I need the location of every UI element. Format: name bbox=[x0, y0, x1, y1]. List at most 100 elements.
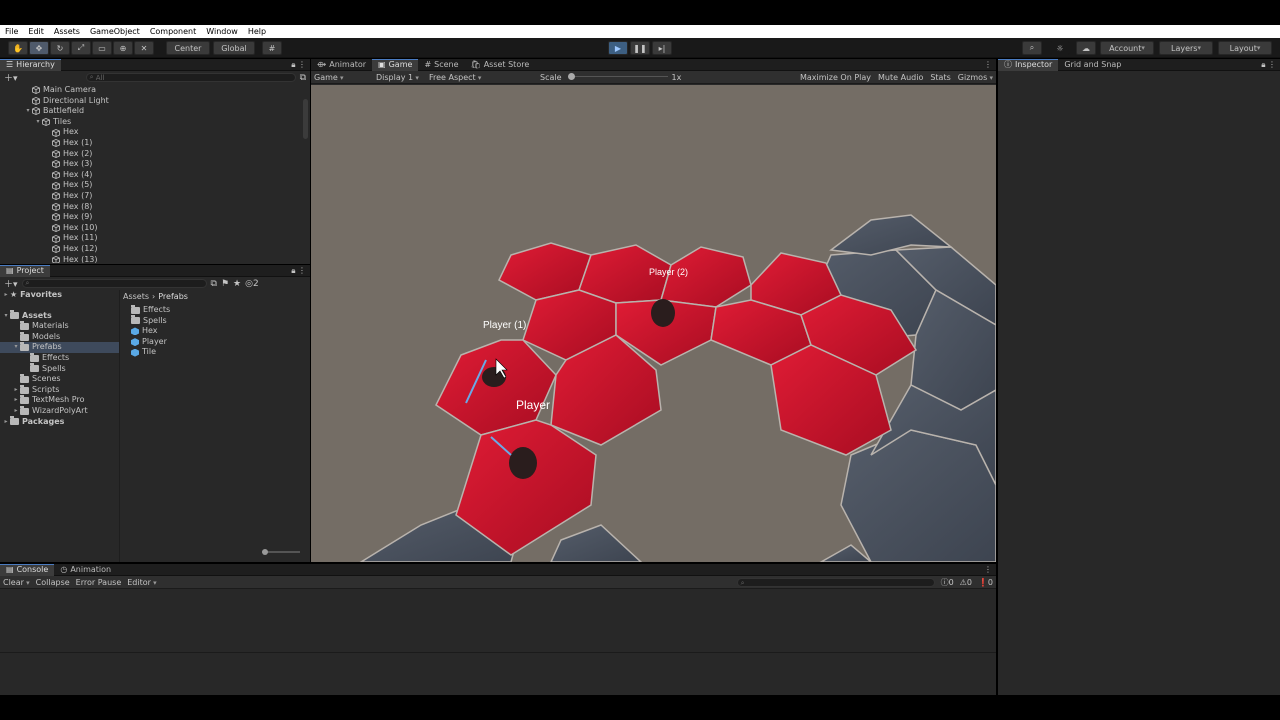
hierarchy-item[interactable]: Hex (2) bbox=[0, 149, 310, 160]
rect-tool-icon[interactable]: ▭ bbox=[92, 41, 112, 55]
search-by-type-icon[interactable]: ⧉ bbox=[211, 279, 217, 289]
project-folder-item[interactable]: Spells bbox=[0, 363, 119, 375]
breadcrumb-assets[interactable]: Assets bbox=[123, 292, 149, 304]
hierarchy-item[interactable]: Hex (9) bbox=[0, 212, 310, 223]
hidden-packages-icon[interactable]: ◎2 bbox=[245, 279, 259, 289]
hierarchy-item[interactable]: ▾ Battlefield bbox=[0, 106, 310, 117]
menu-edit[interactable]: Edit bbox=[23, 27, 49, 36]
error-pause-toggle[interactable]: Error Pause bbox=[76, 578, 122, 587]
pivot-center-button[interactable]: Center bbox=[166, 41, 210, 55]
expand-arrow-icon[interactable]: ▸ bbox=[12, 395, 20, 406]
expand-arrow-icon[interactable]: ▸ bbox=[2, 290, 10, 301]
move-tool-icon[interactable]: ✥ bbox=[29, 41, 49, 55]
tab-console[interactable]: ▤ Console bbox=[0, 563, 55, 576]
play-button[interactable]: ▶ bbox=[608, 41, 628, 55]
game-more-icon[interactable]: ⋮ bbox=[984, 60, 996, 69]
asset-item[interactable]: Tile bbox=[131, 347, 306, 358]
breadcrumb-prefabs[interactable]: Prefabs bbox=[158, 292, 188, 304]
project-folder-item[interactable]: Models bbox=[0, 331, 119, 343]
warning-count-toggle[interactable]: ⚠0 bbox=[960, 578, 972, 587]
tab-scene[interactable]: # Scene bbox=[418, 59, 464, 71]
asset-item[interactable]: Effects bbox=[131, 304, 306, 316]
project-folder-item[interactable]: Effects bbox=[0, 352, 119, 364]
console-search-input[interactable]: ⌕ bbox=[736, 577, 935, 587]
expand-arrow-icon[interactable]: ▾ bbox=[12, 342, 20, 353]
filter-icon[interactable]: ⧉ bbox=[300, 73, 306, 83]
project-folder-item[interactable]: ▸ WizardPolyArt bbox=[0, 405, 119, 417]
lock-icon[interactable]: 🔒︎ ⋮ bbox=[291, 60, 310, 70]
project-folder-item[interactable]: ▸ TextMesh Pro bbox=[0, 395, 119, 406]
scale-slider-thumb[interactable] bbox=[567, 73, 575, 80]
expand-arrow-icon[interactable]: ▾ bbox=[24, 106, 32, 117]
account-dropdown[interactable]: Account bbox=[1100, 41, 1154, 55]
tab-project[interactable]: ▤ Project bbox=[0, 264, 50, 277]
custom-tool-icon[interactable]: ✕ bbox=[134, 41, 154, 55]
menu-help[interactable]: Help bbox=[243, 27, 271, 36]
project-folder-item[interactable]: Scenes bbox=[0, 373, 119, 385]
tab-asset-store[interactable]: 🛍︎ Asset Store bbox=[465, 59, 536, 71]
project-folder-item[interactable]: ▾ Assets bbox=[0, 310, 119, 322]
rotate-tool-icon[interactable]: ↻ bbox=[50, 41, 70, 55]
hierarchy-item[interactable]: Hex (5) bbox=[0, 180, 310, 191]
project-folder-item[interactable]: ▸ Packages bbox=[0, 416, 119, 428]
project-search-input[interactable]: ⌕ bbox=[21, 279, 207, 288]
menu-assets[interactable]: Assets bbox=[49, 27, 85, 36]
clear-button[interactable]: Clear bbox=[3, 578, 30, 587]
menu-window[interactable]: Window bbox=[201, 27, 243, 36]
hierarchy-item[interactable]: Hex (1) bbox=[0, 138, 310, 149]
editor-dropdown[interactable]: Editor bbox=[127, 578, 156, 587]
project-folder-item[interactable]: ▸ ★ Favorites bbox=[0, 290, 119, 301]
tab-inspector[interactable]: ⓘ Inspector bbox=[998, 58, 1059, 71]
console-more-icon[interactable]: ⋮ bbox=[984, 565, 996, 574]
tab-game[interactable]: ▣ Game bbox=[372, 58, 419, 71]
hierarchy-search-input[interactable]: ⌕ All bbox=[85, 73, 296, 82]
hand-tool-icon[interactable]: ✋ bbox=[8, 41, 28, 55]
scale-slider[interactable] bbox=[567, 72, 668, 82]
pause-button[interactable]: ❚❚ bbox=[630, 41, 650, 55]
project-lock-icon[interactable]: 🔒︎ ⋮ bbox=[291, 266, 310, 276]
tab-hierarchy[interactable]: ☰ Hierarchy bbox=[0, 58, 61, 71]
hierarchy-item[interactable]: Hex (8) bbox=[0, 202, 310, 213]
cloud-icon[interactable]: ☁ bbox=[1076, 41, 1096, 55]
expand-arrow-icon[interactable]: ▾ bbox=[2, 311, 10, 322]
collab-icon[interactable]: ☼ bbox=[1050, 41, 1070, 55]
expand-arrow-icon[interactable]: ▸ bbox=[12, 385, 20, 396]
icon-size-slider-thumb[interactable] bbox=[262, 549, 268, 555]
info-count-toggle[interactable]: ⓘ0 bbox=[941, 577, 954, 588]
menu-gameobject[interactable]: GameObject bbox=[85, 27, 145, 36]
project-folder-item[interactable]: ▸ Scripts bbox=[0, 384, 119, 396]
tab-animation[interactable]: ◷ Animation bbox=[54, 564, 117, 576]
gizmos-dropdown[interactable]: Gizmos bbox=[958, 73, 996, 82]
add-object-button[interactable]: ＋▾ bbox=[4, 71, 18, 84]
tab-animator[interactable]: ⟴ Animator bbox=[311, 59, 372, 71]
pivot-global-button[interactable]: Global bbox=[213, 41, 255, 55]
stats-toggle[interactable]: Stats bbox=[930, 73, 950, 82]
collapse-toggle[interactable]: Collapse bbox=[36, 578, 70, 587]
hierarchy-item[interactable]: Hex bbox=[0, 127, 310, 138]
hierarchy-item[interactable]: Hex (11) bbox=[0, 233, 310, 244]
scale-tool-icon[interactable]: ⤢ bbox=[71, 41, 91, 55]
expand-arrow-icon[interactable]: ▸ bbox=[2, 417, 10, 428]
transform-tool-icon[interactable]: ⊕ bbox=[113, 41, 133, 55]
aspect-dropdown[interactable]: Free Aspect bbox=[429, 73, 534, 82]
hierarchy-item[interactable]: Main Camera bbox=[0, 85, 310, 96]
hierarchy-item[interactable]: ▾ Tiles bbox=[0, 117, 310, 128]
maximize-on-play-toggle[interactable]: Maximize On Play bbox=[800, 73, 871, 82]
menu-file[interactable]: File bbox=[0, 27, 23, 36]
hierarchy-item[interactable]: Hex (7) bbox=[0, 191, 310, 202]
step-button[interactable]: ▸| bbox=[652, 41, 672, 55]
tab-grid-snap[interactable]: Grid and Snap bbox=[1058, 59, 1127, 71]
project-folder-item[interactable]: ▾ Prefabs bbox=[0, 342, 119, 353]
hierarchy-item[interactable]: Directional Light bbox=[0, 96, 310, 107]
hierarchy-item[interactable]: Hex (12) bbox=[0, 244, 310, 255]
hierarchy-scrollbar[interactable] bbox=[303, 99, 308, 139]
expand-arrow-icon[interactable]: ▾ bbox=[34, 117, 42, 128]
hierarchy-item[interactable]: Hex (13) bbox=[0, 255, 310, 263]
asset-item[interactable]: Spells bbox=[131, 315, 306, 327]
save-search-icon[interactable]: ★ bbox=[233, 279, 241, 289]
create-asset-button[interactable]: ＋▾ bbox=[4, 277, 18, 290]
game-viewport[interactable]: Player (1) Player (2) Player bbox=[311, 85, 996, 562]
expand-arrow-icon[interactable]: ▸ bbox=[12, 406, 20, 417]
layers-dropdown[interactable]: Layers bbox=[1159, 41, 1213, 55]
project-folder-item[interactable]: Materials bbox=[0, 320, 119, 332]
